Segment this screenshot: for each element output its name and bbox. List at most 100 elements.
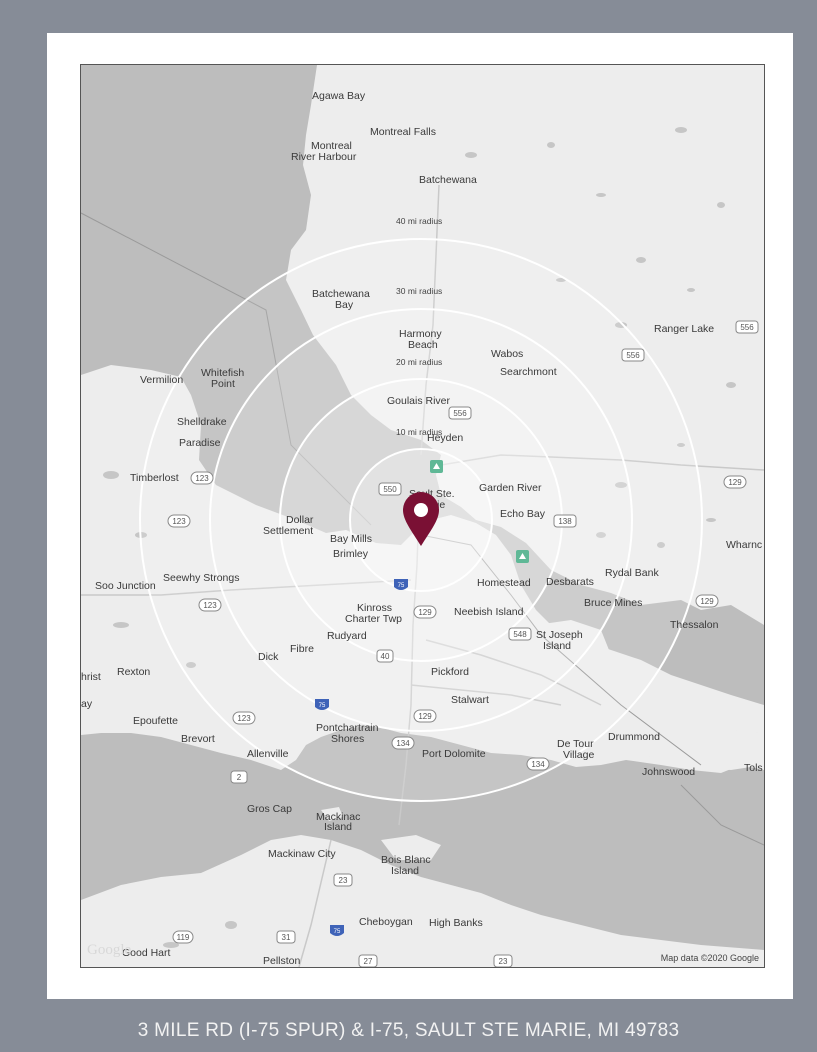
label-brimley: Brimley <box>333 548 369 560</box>
label-echo-bay: Echo Bay <box>500 508 546 520</box>
svg-text:123: 123 <box>195 474 209 483</box>
label-high-banks: High Banks <box>429 917 483 929</box>
svg-text:556: 556 <box>453 409 467 418</box>
label-drummond: Drummond <box>608 731 660 743</box>
svg-text:23: 23 <box>499 957 508 966</box>
svg-text:129: 129 <box>418 712 432 721</box>
shield-2: 2 <box>230 770 248 784</box>
svg-text:129: 129 <box>728 478 742 487</box>
radius-label-30: 30 mi radius <box>396 286 442 296</box>
svg-text:556: 556 <box>626 351 640 360</box>
shield-i75a: 75 <box>394 579 408 590</box>
svg-text:27: 27 <box>364 957 373 966</box>
label-wharncliffe: Wharnc <box>726 539 762 551</box>
label-paradise: Paradise <box>179 437 221 449</box>
label-gros-cap: Gros Cap <box>247 803 292 815</box>
label-dick: Dick <box>258 651 279 663</box>
label-batchewana: Batchewana <box>419 174 477 186</box>
svg-text:119: 119 <box>177 933 190 942</box>
svg-text:75: 75 <box>334 929 341 935</box>
label-goulais-river: Goulais River <box>387 395 451 407</box>
shield-138: 138 <box>553 514 577 528</box>
shield-23b: 23 <box>493 954 513 967</box>
map-canvas[interactable]: 10 mi radius 20 mi radius 30 mi radius 4… <box>81 65 764 967</box>
google-logo: Google <box>87 942 132 958</box>
label-garden-river: Garden River <box>479 482 542 494</box>
label-shelldrake: Shelldrake <box>177 416 227 428</box>
label-pickford: Pickford <box>431 666 469 678</box>
label-cheboygan: Cheboygan <box>359 916 413 928</box>
shield-123b: 123 <box>167 514 191 528</box>
shield-556a: 556 <box>735 320 759 334</box>
label-vermilion: Vermilion <box>140 374 183 386</box>
svg-text:31: 31 <box>282 933 291 942</box>
label-hrist: hrist <box>81 671 101 683</box>
label-tols: Tols <box>744 762 763 774</box>
shield-129a: 129 <box>723 475 747 489</box>
svg-text:550: 550 <box>383 485 397 494</box>
svg-text:548: 548 <box>513 630 527 639</box>
label-rexton: Rexton <box>117 666 150 678</box>
label-epoufette: Epoufette <box>133 715 178 727</box>
svg-text:2: 2 <box>237 773 242 782</box>
label-montreal-river-2: River Harbour <box>291 151 357 163</box>
shield-27: 27 <box>358 954 378 967</box>
shield-23a: 23 <box>333 873 353 887</box>
shield-550: 550 <box>378 482 402 496</box>
radius-label-20: 20 mi radius <box>396 357 442 367</box>
svg-text:75: 75 <box>319 703 326 709</box>
svg-text:129: 129 <box>700 597 714 606</box>
label-fibre: Fibre <box>290 643 314 655</box>
label-homestead: Homestead <box>477 577 531 589</box>
shield-548: 548 <box>508 627 532 641</box>
svg-text:123: 123 <box>203 601 217 610</box>
svg-text:556: 556 <box>740 323 754 332</box>
shield-31: 31 <box>276 930 296 944</box>
label-batchewana-bay-2: Bay <box>335 299 354 311</box>
radius-map[interactable]: 10 mi radius 20 mi radius 30 mi radius 4… <box>80 64 765 968</box>
svg-text:40: 40 <box>381 652 390 661</box>
property-address: 3 MILE RD (I-75 SPUR) & I-75, SAULT STE … <box>137 1020 680 1041</box>
park-icon <box>516 550 529 563</box>
radius-label-40: 40 mi radius <box>396 216 442 226</box>
label-ranger-lake: Ranger Lake <box>654 323 714 335</box>
label-heyden: Heyden <box>427 432 463 444</box>
svg-text:129: 129 <box>418 608 432 617</box>
label-bay-mills: Bay Mills <box>330 533 372 545</box>
label-montreal-falls: Montreal Falls <box>370 126 436 138</box>
label-mackinac-2: Island <box>324 821 352 833</box>
label-de-tour-2: Village <box>563 749 594 761</box>
shield-134a: 134 <box>391 736 415 750</box>
label-bois-blanc-2: Island <box>391 865 419 877</box>
label-stalwart: Stalwart <box>451 694 489 706</box>
label-whitefish-point-2: Point <box>211 378 235 390</box>
label-neebish-island: Neebish Island <box>454 606 524 618</box>
shield-123a: 123 <box>190 471 214 485</box>
label-pontchartrain-2: Shores <box>331 733 364 745</box>
label-kinross-2: Charter Twp <box>345 613 402 625</box>
label-seewhy-strongs: Seewhy Strongs <box>163 572 239 584</box>
label-bruce-mines: Bruce Mines <box>584 597 642 609</box>
shield-i75c: 75 <box>330 925 344 936</box>
label-thessalon: Thessalon <box>670 619 719 631</box>
shield-123c: 123 <box>198 598 222 612</box>
label-rudyard: Rudyard <box>327 630 367 642</box>
label-port-dolomite: Port Dolomite <box>422 748 486 760</box>
label-brevort: Brevort <box>181 733 215 745</box>
shield-556b: 556 <box>621 348 645 362</box>
label-dollar-settlement-2: Settlement <box>263 525 313 537</box>
map-attribution[interactable]: Map data ©2020 Google <box>661 953 759 963</box>
shield-i75b: 75 <box>315 699 329 710</box>
label-searchmont: Searchmont <box>500 366 557 378</box>
label-soo-junction: Soo Junction <box>95 580 156 592</box>
label-allenville: Allenville <box>247 748 289 760</box>
shield-129d: 129 <box>413 709 437 723</box>
label-ay: ay <box>81 698 93 710</box>
label-johnswood: Johnswood <box>642 766 695 778</box>
label-st-joseph-island-2: Island <box>543 640 571 652</box>
label-rydal-bank: Rydal Bank <box>605 567 659 579</box>
label-mackinaw-city: Mackinaw City <box>268 848 336 860</box>
shield-129c: 129 <box>413 605 437 619</box>
shield-40: 40 <box>376 649 394 663</box>
label-pellston: Pellston <box>263 955 301 967</box>
